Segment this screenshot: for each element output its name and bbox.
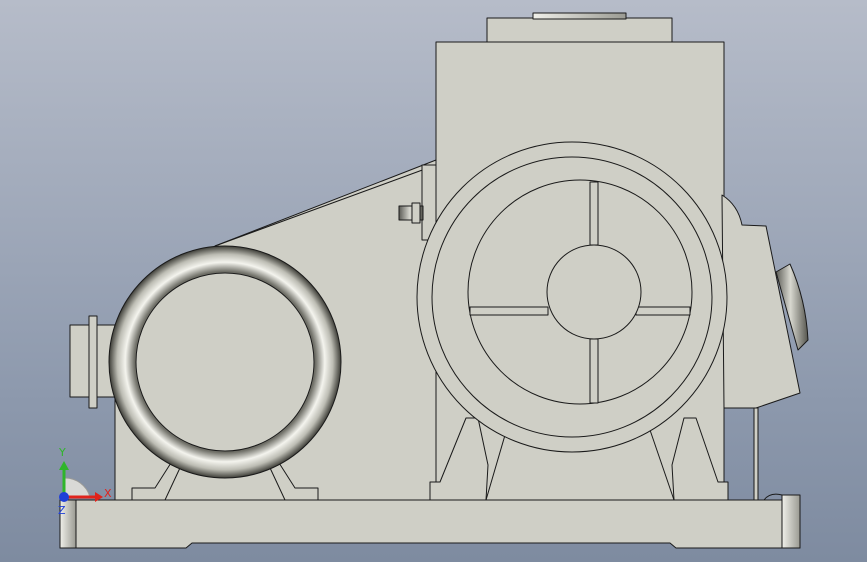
motor-end-cover — [108, 245, 342, 479]
pump-flywheel — [416, 141, 728, 453]
coordinate-triad — [59, 461, 103, 502]
housing-bolt — [398, 202, 424, 224]
base-plate — [59, 493, 801, 549]
inlet-flange — [69, 315, 116, 409]
z-axis-label: Z — [58, 504, 66, 517]
cad-viewport[interactable]: X Y Z — [0, 0, 867, 562]
x-axis-label: X — [104, 487, 112, 500]
y-axis-label: Y — [58, 446, 66, 459]
pump-model-drawing[interactable]: X Y Z — [0, 0, 867, 562]
